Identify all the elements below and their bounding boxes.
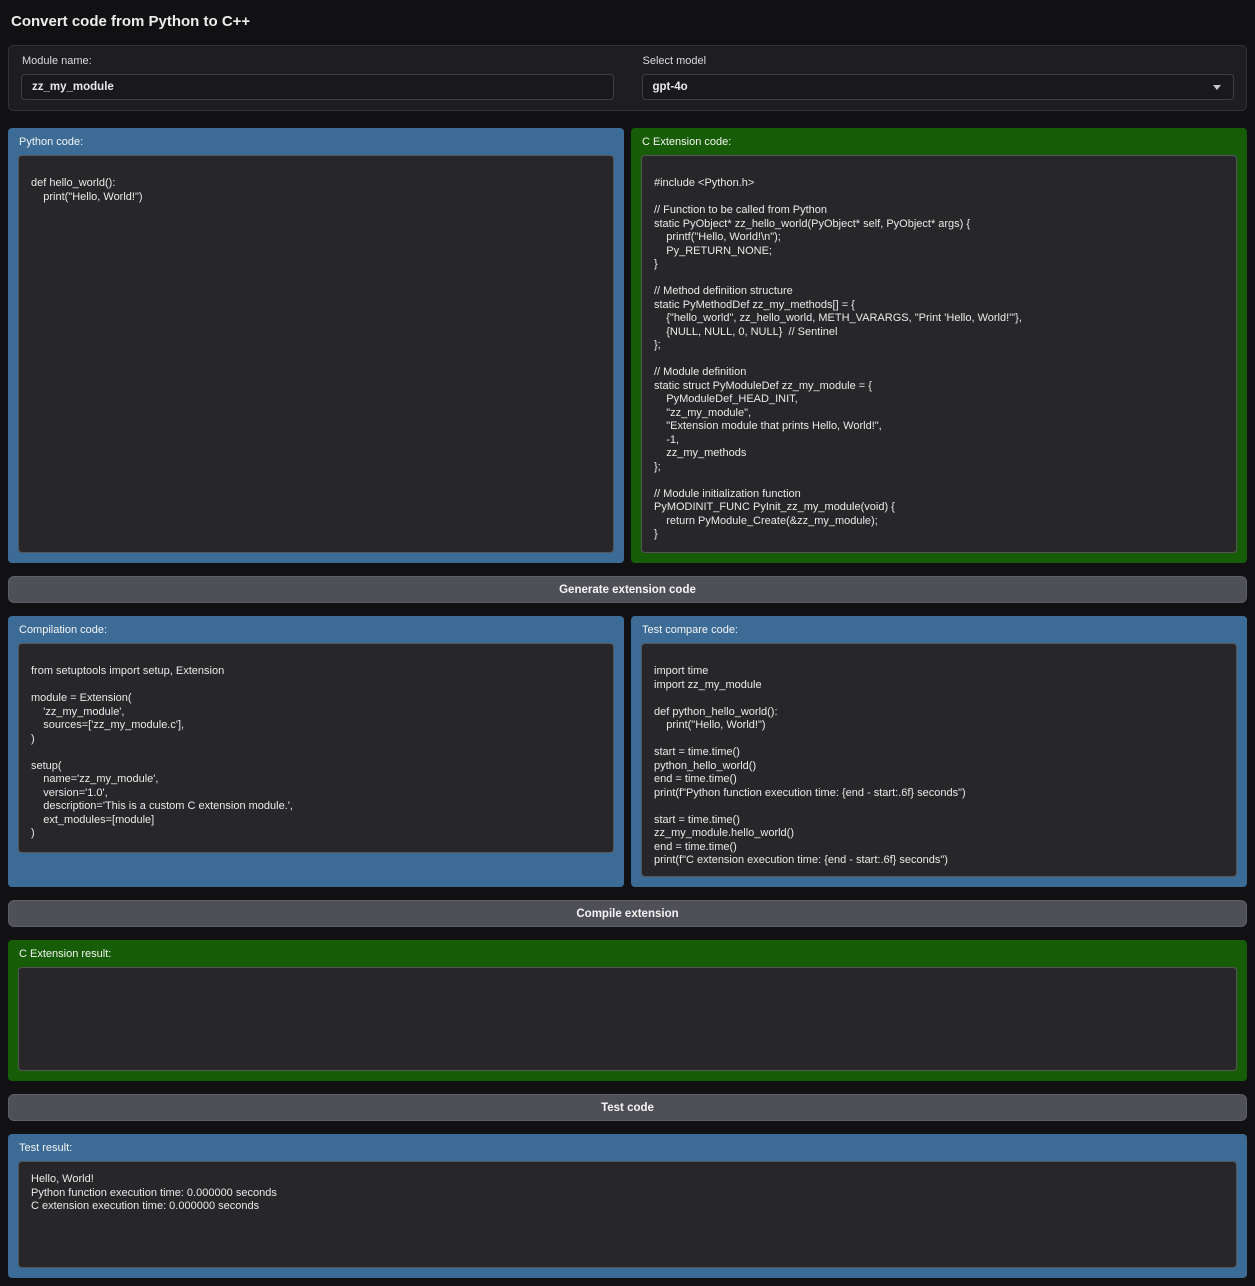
model-dropdown-value: gpt-4o — [653, 81, 688, 93]
test-compare-code-label: Test compare code: — [642, 624, 1236, 637]
config-group: Module name: Select model gpt-4o — [8, 45, 1247, 111]
test-result-panel: Test result: Hello, World! Python functi… — [8, 1134, 1247, 1278]
page-title: Convert code from Python to C++ — [11, 13, 1244, 30]
test-result-label: Test result: — [19, 1142, 1236, 1155]
code-panels-row: Python code: def hello_world(): print("H… — [8, 128, 1247, 563]
model-dropdown[interactable]: gpt-4o — [642, 74, 1235, 100]
generate-extension-code-button[interactable]: Generate extension code — [8, 576, 1247, 603]
test-compare-code-panel: Test compare code: import time import zz… — [631, 616, 1247, 887]
c-extension-result-label: C Extension result: — [19, 948, 1236, 961]
model-field-group: Select model gpt-4o — [642, 53, 1235, 100]
module-name-label: Module name: — [22, 55, 613, 67]
c-extension-code-label: C Extension code: — [642, 136, 1236, 149]
compilation-code-panel: Compilation code: from setuptools import… — [8, 616, 624, 887]
compilation-code-label: Compilation code: — [19, 624, 613, 637]
test-compare-code-textarea[interactable]: import time import zz_my_module def pyth… — [641, 643, 1237, 877]
compile-extension-button[interactable]: Compile extension — [8, 900, 1247, 927]
c-extension-code-panel: C Extension code: #include <Python.h> //… — [631, 128, 1247, 563]
module-name-input[interactable] — [21, 74, 614, 100]
select-model-label: Select model — [643, 55, 1234, 67]
c-extension-result-textarea[interactable] — [18, 967, 1237, 1071]
python-code-panel: Python code: def hello_world(): print("H… — [8, 128, 624, 563]
compile-panels-row: Compilation code: from setuptools import… — [8, 616, 1247, 887]
python-code-label: Python code: — [19, 136, 613, 149]
module-name-field-group: Module name: — [21, 53, 614, 100]
app-page: Convert code from Python to C++ Module n… — [0, 0, 1255, 1286]
c-extension-result-panel: C Extension result: — [8, 940, 1247, 1081]
python-code-textarea[interactable]: def hello_world(): print("Hello, World!"… — [18, 155, 614, 553]
compilation-code-textarea[interactable]: from setuptools import setup, Extension … — [18, 643, 614, 853]
test-result-textarea[interactable]: Hello, World! Python function execution … — [18, 1161, 1237, 1268]
c-extension-code-textarea[interactable]: #include <Python.h> // Function to be ca… — [641, 155, 1237, 553]
chevron-down-icon — [1213, 85, 1221, 90]
test-code-button[interactable]: Test code — [8, 1094, 1247, 1121]
